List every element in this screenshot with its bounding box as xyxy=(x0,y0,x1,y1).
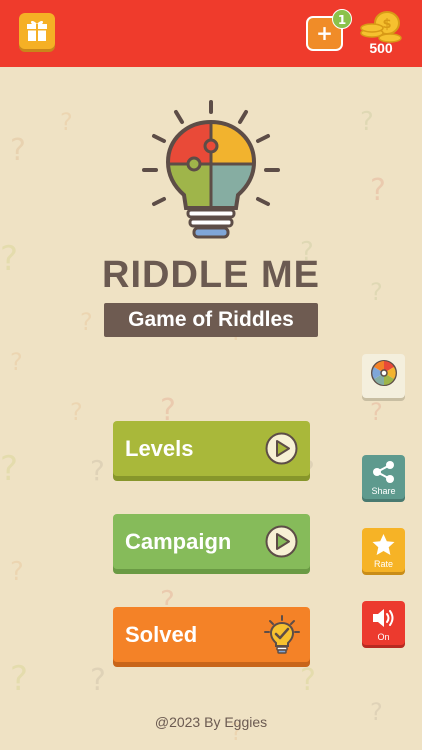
share-icon xyxy=(373,461,394,483)
gift-button[interactable] xyxy=(19,13,55,49)
gift-icon xyxy=(27,20,47,41)
lucky-wheel-icon xyxy=(371,360,397,386)
share-label: Share xyxy=(371,486,396,496)
lightbulb-puzzle-icon xyxy=(142,100,280,239)
svg-text:$: $ xyxy=(382,17,391,32)
copyright-footer: @2023 By Eggies xyxy=(154,714,268,730)
campaign-label: Campaign xyxy=(125,529,232,554)
rate-label: Rate xyxy=(373,559,393,569)
solved-button[interactable]: Solved xyxy=(113,607,310,662)
svg-text:?: ? xyxy=(0,449,18,489)
share-button[interactable]: Share xyxy=(362,455,405,499)
svg-text:?: ? xyxy=(90,663,106,698)
app-title: RIDDLE ME xyxy=(102,254,320,296)
play-icon xyxy=(265,432,298,465)
hint-count-badge: 1 xyxy=(332,9,352,29)
lucky-wheel-button[interactable] xyxy=(362,354,405,398)
sound-toggle-button[interactable]: On xyxy=(362,601,405,645)
svg-text:?: ? xyxy=(60,108,73,136)
star-icon xyxy=(372,534,395,555)
svg-text:?: ? xyxy=(370,398,383,426)
speaker-icon xyxy=(373,609,394,627)
svg-text:?: ? xyxy=(370,173,386,208)
coins-icon: $ xyxy=(360,11,402,43)
svg-text:?: ? xyxy=(300,663,316,698)
subtitle-banner: Game of Riddles xyxy=(104,303,318,337)
solved-bulb-icon xyxy=(264,615,300,654)
levels-label: Levels xyxy=(125,436,194,461)
levels-button[interactable]: Levels xyxy=(113,421,310,476)
app-subtitle: Game of Riddles xyxy=(128,308,294,331)
svg-text:?: ? xyxy=(10,659,28,699)
svg-text:?: ? xyxy=(10,557,24,587)
svg-text:?: ? xyxy=(80,308,93,336)
play-icon xyxy=(265,525,298,558)
svg-text:?: ? xyxy=(10,348,23,376)
svg-text:?: ? xyxy=(360,107,374,137)
svg-text:?: ? xyxy=(90,454,105,487)
campaign-button[interactable]: Campaign xyxy=(113,514,310,569)
sound-label: On xyxy=(377,632,390,642)
coin-count: 500 xyxy=(369,40,393,56)
svg-text:?: ? xyxy=(10,133,26,168)
svg-text:?: ? xyxy=(70,398,83,426)
rate-button[interactable]: Rate xyxy=(362,528,405,572)
solved-label: Solved xyxy=(125,622,198,647)
